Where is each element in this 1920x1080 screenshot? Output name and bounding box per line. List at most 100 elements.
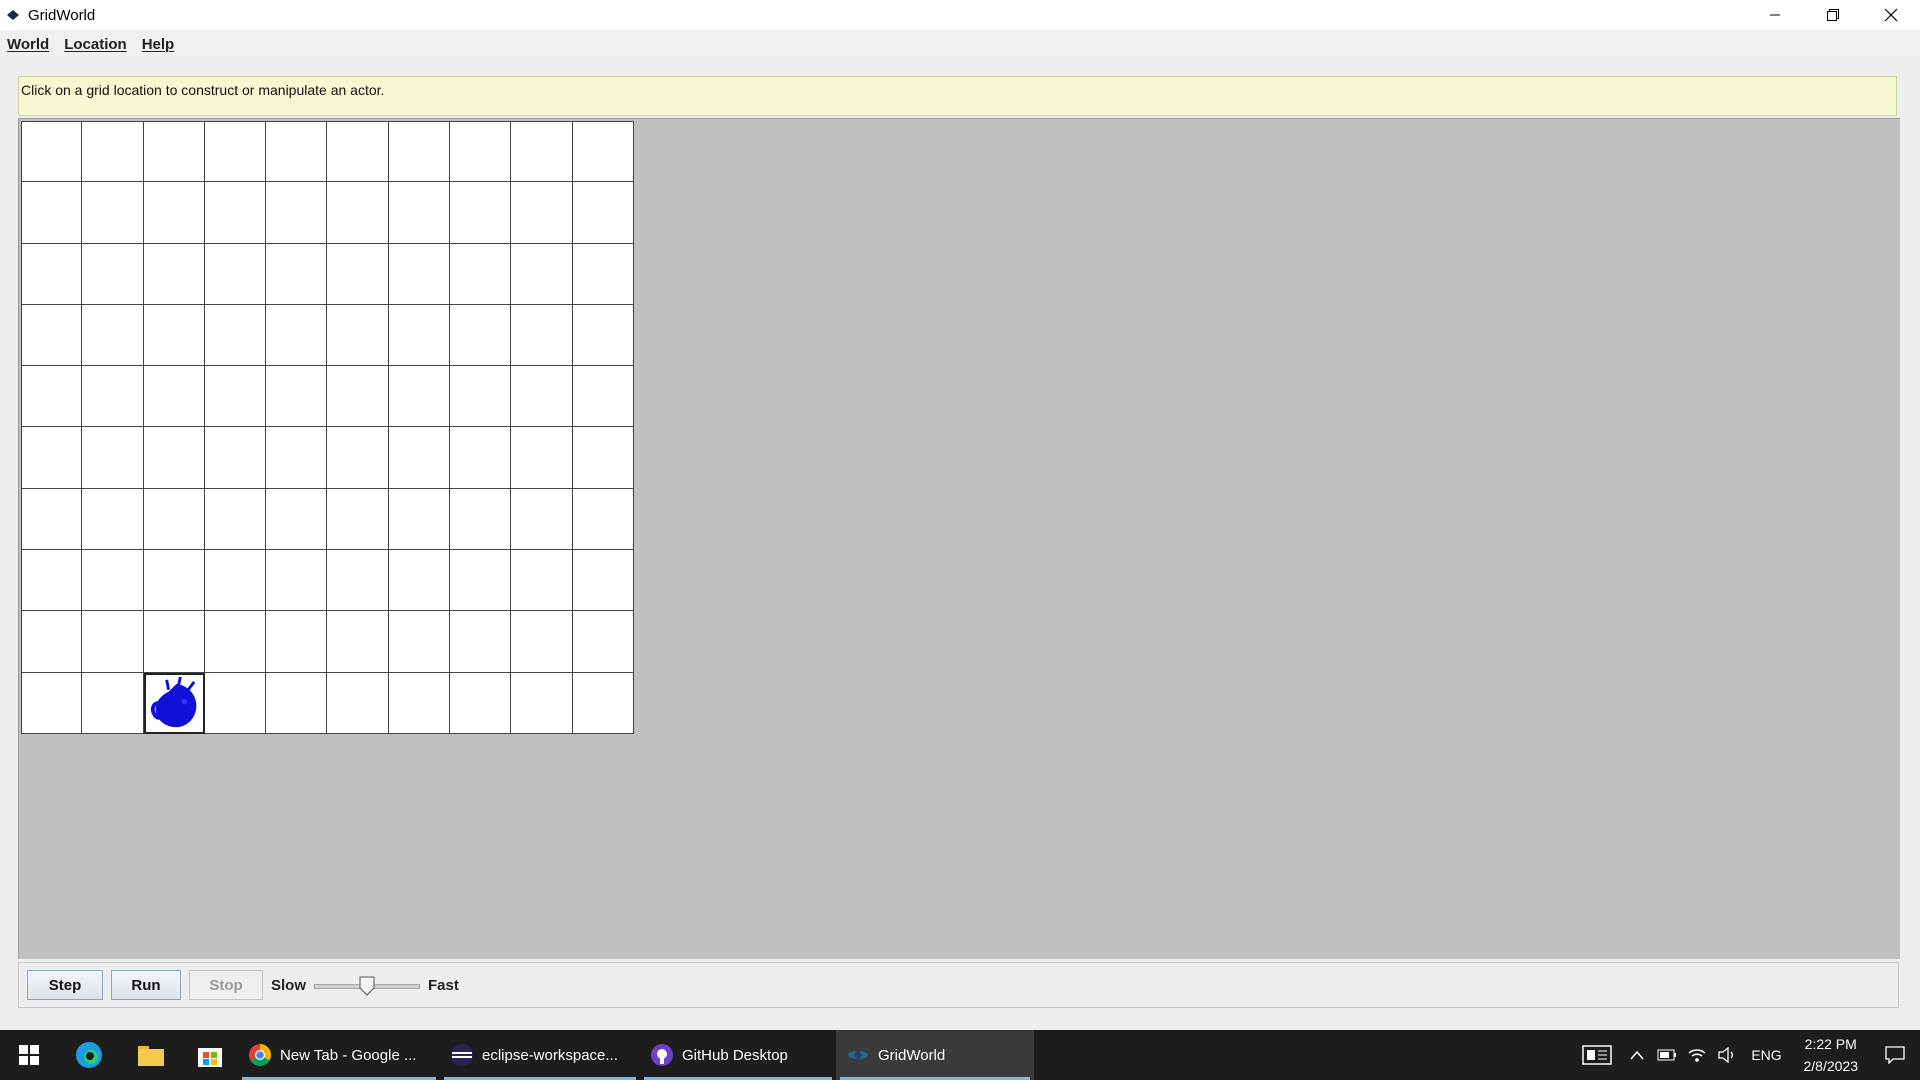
grid-cell[interactable] bbox=[266, 611, 328, 673]
grid-cell[interactable] bbox=[327, 121, 389, 183]
grid-cell[interactable] bbox=[511, 304, 573, 367]
grid-cell[interactable] bbox=[572, 366, 634, 428]
grid-cell[interactable] bbox=[204, 182, 267, 244]
menu-help[interactable]: Help bbox=[142, 36, 175, 53]
grid-cell[interactable] bbox=[388, 304, 451, 367]
grid-cell[interactable] bbox=[327, 366, 389, 428]
grid-cell[interactable] bbox=[21, 243, 83, 305]
grid-cell[interactable] bbox=[327, 304, 389, 367]
grid-cell[interactable] bbox=[388, 182, 451, 244]
grid-cell[interactable] bbox=[388, 243, 451, 305]
grid-cell[interactable] bbox=[388, 366, 451, 428]
grid-cell[interactable] bbox=[450, 488, 512, 551]
taskbar-app-eclipse[interactable]: eclipse-workspace... bbox=[440, 1030, 640, 1080]
grid-cell[interactable] bbox=[266, 121, 328, 183]
language-indicator[interactable]: ENG bbox=[1742, 1030, 1792, 1080]
grid-cell[interactable] bbox=[143, 672, 205, 734]
grid-cell[interactable] bbox=[450, 672, 512, 734]
grid-cell[interactable] bbox=[266, 366, 328, 428]
start-button[interactable] bbox=[0, 1030, 58, 1080]
grid-cell[interactable] bbox=[204, 488, 267, 551]
grid-cell[interactable] bbox=[327, 427, 389, 489]
grid-cell[interactable] bbox=[21, 304, 83, 367]
grid-cell[interactable] bbox=[511, 488, 573, 551]
volume-button[interactable] bbox=[1712, 1030, 1742, 1080]
grid-cell[interactable] bbox=[388, 488, 451, 551]
notifications-button[interactable] bbox=[1870, 1030, 1920, 1080]
menu-world[interactable]: World bbox=[7, 36, 49, 53]
grid-cell[interactable] bbox=[511, 611, 573, 673]
run-button[interactable]: Run bbox=[111, 970, 181, 1000]
grid-cell[interactable] bbox=[21, 121, 83, 183]
grid-cell[interactable] bbox=[572, 550, 634, 612]
grid-cell[interactable] bbox=[82, 672, 144, 734]
grid-cell[interactable] bbox=[450, 427, 512, 489]
grid-cell[interactable] bbox=[327, 182, 389, 244]
grid-cell[interactable] bbox=[143, 366, 205, 428]
grid-cell[interactable] bbox=[388, 611, 451, 673]
grid-cell[interactable] bbox=[21, 366, 83, 428]
grid-cell[interactable] bbox=[204, 243, 267, 305]
grid-cell[interactable] bbox=[204, 121, 267, 183]
grid-cell[interactable] bbox=[82, 550, 144, 612]
grid-cell[interactable] bbox=[82, 488, 144, 551]
grid-cell[interactable] bbox=[266, 182, 328, 244]
close-button[interactable] bbox=[1862, 0, 1920, 30]
grid-cell[interactable] bbox=[572, 243, 634, 305]
grid-cell[interactable] bbox=[82, 366, 144, 428]
grid-cell[interactable] bbox=[511, 672, 573, 734]
grid-cell[interactable] bbox=[21, 427, 83, 489]
grid-cell[interactable] bbox=[327, 611, 389, 673]
grid-cell[interactable] bbox=[143, 488, 205, 551]
grid-cell[interactable] bbox=[388, 672, 451, 734]
grid-cell[interactable] bbox=[572, 672, 634, 734]
grid-cell[interactable] bbox=[572, 427, 634, 489]
battery-button[interactable] bbox=[1652, 1030, 1682, 1080]
grid-cell[interactable] bbox=[204, 672, 267, 734]
grid-cell[interactable] bbox=[21, 488, 83, 551]
grid-cell[interactable] bbox=[143, 243, 205, 305]
minimize-button[interactable] bbox=[1746, 0, 1804, 30]
stop-button[interactable]: Stop bbox=[189, 970, 263, 1000]
grid-cell[interactable] bbox=[266, 304, 328, 367]
file-explorer-taskbar-icon[interactable] bbox=[120, 1030, 182, 1080]
grid-cell[interactable] bbox=[450, 121, 512, 183]
grid-cell[interactable] bbox=[82, 611, 144, 673]
grid-cell[interactable] bbox=[143, 182, 205, 244]
grid-cell[interactable] bbox=[327, 243, 389, 305]
grid-cell[interactable] bbox=[143, 550, 205, 612]
grid-cell[interactable] bbox=[572, 304, 634, 367]
grid-cell[interactable] bbox=[450, 366, 512, 428]
store-taskbar-icon[interactable] bbox=[182, 1030, 238, 1080]
grid-cell[interactable] bbox=[204, 427, 267, 489]
speed-slider[interactable] bbox=[314, 970, 421, 1000]
grid-cell[interactable] bbox=[204, 304, 267, 367]
step-button[interactable]: Step bbox=[27, 970, 103, 1000]
grid-cell[interactable] bbox=[266, 672, 328, 734]
grid-cell[interactable] bbox=[572, 121, 634, 183]
grid-cell[interactable] bbox=[82, 427, 144, 489]
grid-cell[interactable] bbox=[143, 304, 205, 367]
grid-cell[interactable] bbox=[204, 611, 267, 673]
grid-cell[interactable] bbox=[204, 550, 267, 612]
grid-cell[interactable] bbox=[572, 611, 634, 673]
grid-cell[interactable] bbox=[450, 182, 512, 244]
edge-taskbar-icon[interactable] bbox=[58, 1030, 120, 1080]
grid-cell[interactable] bbox=[266, 243, 328, 305]
grid-cell[interactable] bbox=[511, 182, 573, 244]
grid-cell[interactable] bbox=[143, 121, 205, 183]
grid-cell[interactable] bbox=[450, 304, 512, 367]
restore-button[interactable] bbox=[1804, 0, 1862, 30]
network-button[interactable] bbox=[1682, 1030, 1712, 1080]
clock[interactable]: 2:22 PM 2/8/2023 bbox=[1804, 1033, 1859, 1077]
grid-cell[interactable] bbox=[511, 243, 573, 305]
grid-cell[interactable] bbox=[450, 243, 512, 305]
grid-cell[interactable] bbox=[21, 550, 83, 612]
taskbar-app-gridworld[interactable]: GridWorld bbox=[836, 1030, 1034, 1080]
grid-cell[interactable] bbox=[450, 611, 512, 673]
grid-cell[interactable] bbox=[511, 121, 573, 183]
grid-cell[interactable] bbox=[327, 488, 389, 551]
grid-cell[interactable] bbox=[266, 550, 328, 612]
taskbar-app-github[interactable]: GitHub Desktop bbox=[640, 1030, 836, 1080]
slider-thumb[interactable] bbox=[359, 976, 375, 996]
